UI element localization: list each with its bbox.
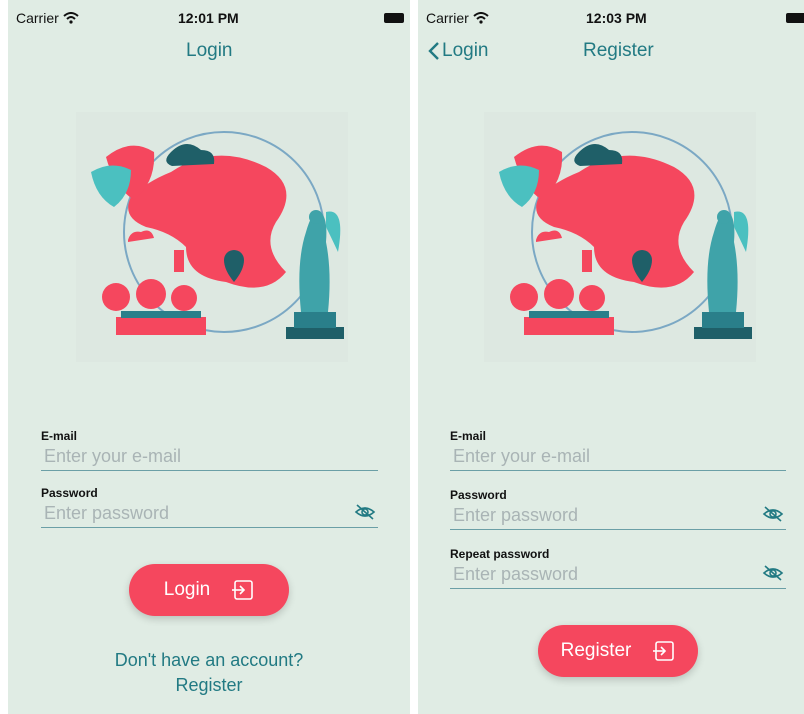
sign-in-icon <box>653 641 675 661</box>
email-input[interactable] <box>44 444 344 468</box>
repeat-password-field <box>450 562 786 589</box>
battery-icon <box>786 13 804 23</box>
login-button-label: Login <box>163 579 211 600</box>
theater-illustration <box>484 112 756 362</box>
eye-slash-icon[interactable] <box>762 505 784 523</box>
email-field <box>41 444 378 471</box>
password-label: Password <box>41 486 98 500</box>
email-label: E-mail <box>450 429 487 443</box>
eye-slash-icon[interactable] <box>354 503 376 521</box>
status-time: 12:01 PM <box>178 10 239 26</box>
register-prompt: Don't have an account? Register <box>8 648 410 698</box>
login-screen: Carrier 12:01 PM Login E-mail Enter your… <box>8 0 410 714</box>
battery-icon <box>384 13 404 23</box>
password-input[interactable] <box>44 501 344 525</box>
email-field <box>450 444 786 471</box>
wifi-icon <box>473 12 489 24</box>
email-input[interactable] <box>453 444 753 468</box>
status-bar: Carrier 12:01 PM <box>8 0 410 36</box>
theater-illustration <box>76 112 348 362</box>
password-field <box>41 501 378 528</box>
back-button[interactable]: Login <box>428 40 489 62</box>
register-button-label: Register <box>560 640 632 661</box>
page-title: Register <box>583 40 654 61</box>
status-bar: Carrier 12:03 PM <box>418 0 804 36</box>
login-button[interactable]: Login <box>129 564 289 616</box>
password-label: Password <box>450 488 507 502</box>
password-field <box>450 503 786 530</box>
back-label: Login <box>442 40 489 61</box>
sign-in-icon <box>232 580 254 600</box>
carrier-label: Carrier <box>426 10 469 26</box>
carrier-label: Carrier <box>16 10 59 26</box>
register-screen: Carrier 12:03 PM Login Register E-mail E… <box>418 0 804 714</box>
wifi-icon <box>63 12 79 24</box>
eye-slash-icon[interactable] <box>762 564 784 582</box>
register-link[interactable]: Register <box>8 673 410 698</box>
page-title: Login <box>186 40 233 61</box>
no-account-text: Don't have an account? <box>114 650 304 670</box>
register-button[interactable]: Register <box>538 625 698 677</box>
repeat-password-label: Repeat password <box>450 547 550 561</box>
password-input[interactable] <box>453 503 753 527</box>
repeat-password-input[interactable] <box>453 562 753 586</box>
status-time: 12:03 PM <box>586 10 647 26</box>
email-label: E-mail <box>41 429 78 443</box>
chevron-left-icon <box>428 42 439 60</box>
